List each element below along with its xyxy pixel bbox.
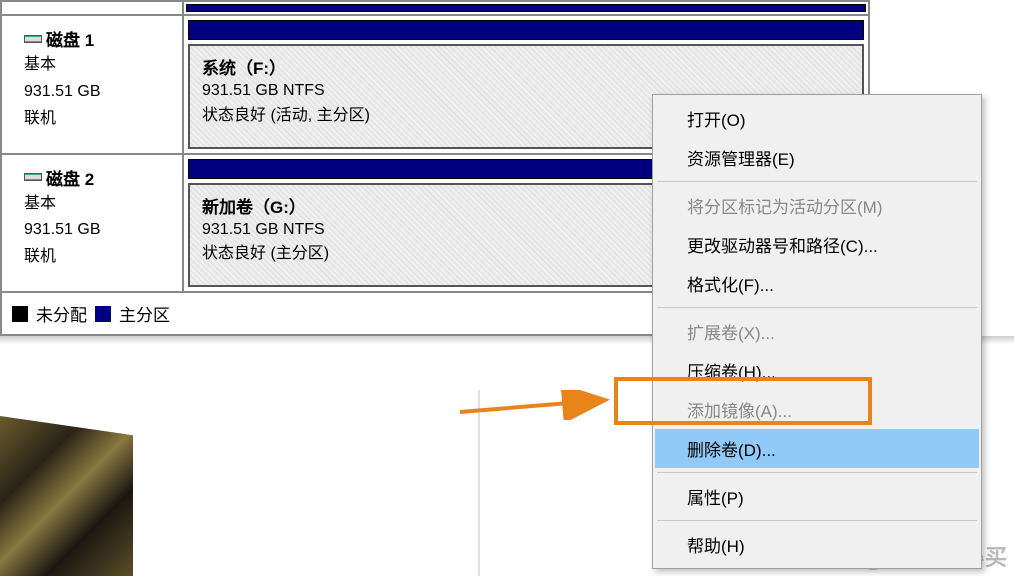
- disk-row-partial: [2, 2, 868, 16]
- disk-type: 基本: [24, 53, 172, 78]
- disk-size: 931.51 GB: [24, 218, 172, 243]
- disk-icon: [24, 173, 42, 181]
- disk-icon: [24, 35, 42, 43]
- disk-status: 联机: [24, 107, 172, 132]
- volume-name: 系统（F:）: [202, 54, 850, 79]
- legend-swatch-primary: [95, 306, 111, 322]
- menu-separator: [657, 307, 977, 308]
- menu-delete-volume[interactable]: 删除卷(D)...: [655, 429, 979, 468]
- disk-info[interactable]: 磁盘 1 基本 931.51 GB 联机: [2, 16, 184, 153]
- divider-line: [478, 390, 480, 576]
- legend-primary-label: 主分区: [119, 301, 170, 326]
- volume-header-bar: [188, 20, 864, 40]
- annotation-arrow-icon: [458, 390, 618, 420]
- menu-separator: [657, 181, 977, 182]
- context-menu: 打开(O) 资源管理器(E) 将分区标记为活动分区(M) 更改驱动器号和路径(C…: [652, 94, 982, 569]
- legend-unallocated-label: 未分配: [36, 301, 87, 326]
- menu-properties[interactable]: 属性(P): [655, 477, 979, 516]
- menu-help[interactable]: 帮助(H): [655, 525, 979, 564]
- menu-extend: 扩展卷(X)...: [655, 312, 979, 351]
- menu-format[interactable]: 格式化(F)...: [655, 264, 979, 303]
- menu-shrink[interactable]: 压缩卷(H)...: [655, 351, 979, 390]
- disk-status: 联机: [24, 245, 172, 270]
- disk-title-text: 磁盘 2: [46, 165, 94, 190]
- disk-size: 931.51 GB: [24, 80, 172, 105]
- menu-separator: [657, 472, 977, 473]
- menu-mark-active: 将分区标记为活动分区(M): [655, 186, 979, 225]
- disk-type: 基本: [24, 192, 172, 217]
- disk-info[interactable]: 磁盘 2 基本 931.51 GB 联机: [2, 155, 184, 292]
- legend-swatch-unallocated: [12, 306, 28, 322]
- menu-mirror: 添加镜像(A)...: [655, 390, 979, 429]
- menu-explorer[interactable]: 资源管理器(E): [655, 138, 979, 177]
- menu-separator: [657, 520, 977, 521]
- disk-title-text: 磁盘 1: [46, 26, 94, 51]
- menu-change-drive[interactable]: 更改驱动器号和路径(C)...: [655, 225, 979, 264]
- menu-open[interactable]: 打开(O): [655, 99, 979, 138]
- thumbnail-image: [0, 416, 133, 576]
